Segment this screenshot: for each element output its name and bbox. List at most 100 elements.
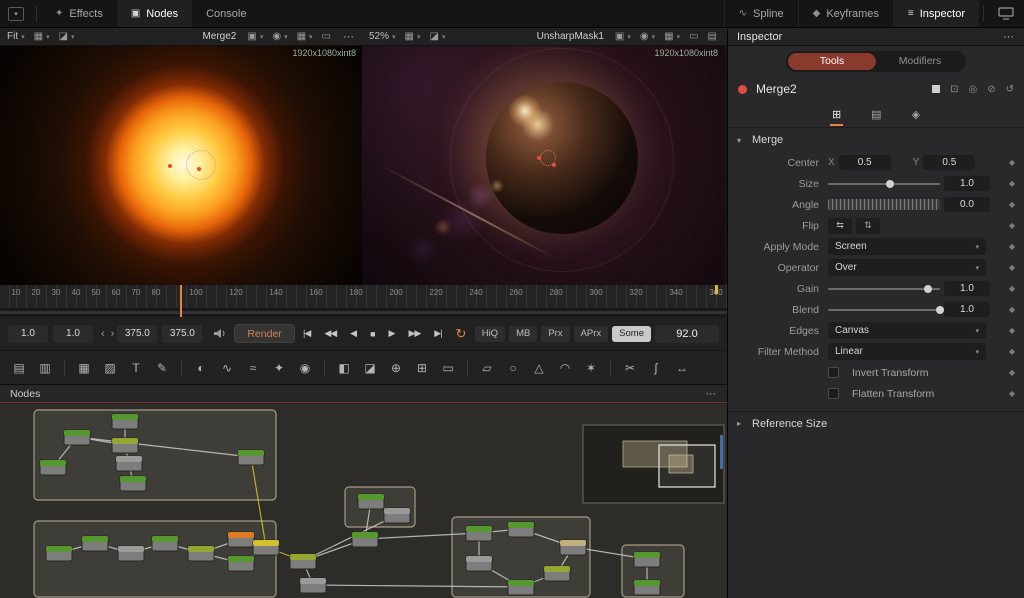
keyframe-icon[interactable]: ◆ <box>1009 158 1015 167</box>
graph-node-26[interactable] <box>634 552 660 567</box>
goto-start-button[interactable]: |◀ <box>297 325 316 342</box>
goto-end-button[interactable]: ▶| <box>428 325 447 342</box>
mb-quality-button[interactable]: MB <box>509 326 537 342</box>
topbar-nodes-button[interactable]: ▣Nodes <box>117 0 192 27</box>
aprx-quality-button[interactable]: APrx <box>574 326 609 342</box>
graph-node-25[interactable] <box>560 540 586 555</box>
edges-select[interactable]: Canvas ▾ <box>828 322 986 339</box>
play-reverse-button[interactable]: ◀ <box>344 325 362 342</box>
blend-slider[interactable] <box>828 303 940 317</box>
size-slider[interactable] <box>828 177 940 191</box>
inputs-tab-icon[interactable]: ▤ <box>869 104 883 126</box>
graph-node-23[interactable] <box>508 580 534 595</box>
graph-node-27[interactable] <box>634 580 660 595</box>
view-layout-icon[interactable]: ◪▾ <box>59 31 75 42</box>
gain-slider[interactable] <box>828 282 940 296</box>
topbar-inspector-button[interactable]: ≡Inspector <box>893 0 979 27</box>
checker-underlay-icon[interactable]: ▦▾ <box>297 31 313 42</box>
graph-node-10[interactable] <box>152 536 178 551</box>
section-reference-size[interactable]: ▸ Reference Size <box>728 411 1024 435</box>
viewer-left[interactable]: 1920x1080xint8 <box>0 46 362 285</box>
viewer-right[interactable]: 1920x1080xint8 <box>362 46 724 285</box>
flip-horizontal-button[interactable]: ⇆ <box>828 218 852 234</box>
playhead[interactable] <box>180 285 182 317</box>
graph-node-9[interactable] <box>118 546 144 561</box>
graph-node-13[interactable] <box>228 556 254 571</box>
subview-icon[interactable]: ▣▾ <box>615 31 631 42</box>
timeline-ruler[interactable]: 1020304050607080100120140160180200220240… <box>0 285 727 309</box>
spline-tool-tool-button[interactable]: ∫ <box>643 356 669 380</box>
graph-node-16[interactable] <box>300 578 326 593</box>
keyframe-icon[interactable]: ◆ <box>1009 305 1015 314</box>
section-merge[interactable]: ▾ Merge <box>728 128 1024 152</box>
roi-icon[interactable]: ▭ <box>689 31 698 42</box>
media-in-tool-button[interactable]: ▤ <box>6 356 32 380</box>
keyframe-icon[interactable]: ◆ <box>1009 242 1015 251</box>
keyframe-icon[interactable]: ◆ <box>1009 326 1015 335</box>
merge-tool-button[interactable]: ◧ <box>331 356 357 380</box>
graph-node-8[interactable] <box>82 536 108 551</box>
reset-icon[interactable]: ↺ <box>1006 84 1014 95</box>
prx-quality-button[interactable]: Prx <box>541 326 569 342</box>
topbar-spline-button[interactable]: ∿Spline <box>724 0 798 27</box>
nodes-panel-menu-icon[interactable]: ⋯ <box>706 388 718 400</box>
view-layout-icon[interactable]: ◪▾ <box>430 31 446 42</box>
graph-node-20[interactable] <box>466 526 492 541</box>
graph-node-21[interactable] <box>508 522 534 537</box>
channel-select-icon[interactable]: ▦▾ <box>34 31 50 42</box>
lut-icon[interactable]: ▤ <box>708 31 717 42</box>
transform-control-circle[interactable] <box>186 150 216 180</box>
step-forward-button[interactable]: › <box>108 328 118 340</box>
graph-node-12[interactable] <box>228 532 254 547</box>
hue-curves-tool-button[interactable]: ≈ <box>240 356 266 380</box>
viewer-zoom-select-left[interactable]: Fit <box>7 31 18 42</box>
rectangle-mask-tool-button[interactable]: ▱ <box>474 356 500 380</box>
center-control-handle[interactable] <box>168 164 172 168</box>
stop-button[interactable]: ■ <box>364 326 380 342</box>
text-tool-button[interactable]: T <box>123 356 149 380</box>
play-button[interactable]: ▶ <box>383 325 401 342</box>
render-button[interactable]: Render <box>234 324 294 343</box>
cut-tool-button[interactable]: ✂ <box>617 356 643 380</box>
roi-icon[interactable]: ▭ <box>322 31 331 42</box>
graph-node-24[interactable] <box>544 566 570 581</box>
crop-tool-button[interactable]: ▭ <box>435 356 461 380</box>
background-tool-button[interactable]: ▦ <box>71 356 97 380</box>
color-corrector-tool-button[interactable]: ◐ <box>188 356 214 380</box>
gamut-icon[interactable]: ◉▾ <box>272 31 287 42</box>
graph-node-3[interactable] <box>116 456 142 471</box>
center-y-input[interactable] <box>923 155 975 170</box>
node-enabled-dot[interactable] <box>738 85 747 94</box>
current-frame-input[interactable] <box>655 325 719 343</box>
timeline-scrollbar[interactable] <box>0 309 727 317</box>
cleanfeed-monitor-icon[interactable] <box>998 7 1014 20</box>
global-end-input[interactable] <box>162 325 202 343</box>
versions-icon[interactable]: ⊡ <box>950 84 958 95</box>
some-quality-button[interactable]: Some <box>612 326 651 342</box>
nodes-minimap[interactable] <box>583 425 724 503</box>
magic-wand-tool-button[interactable]: ✶ <box>578 356 604 380</box>
minimap-viewport[interactable] <box>659 445 715 487</box>
render-start-input[interactable] <box>53 325 93 343</box>
graph-node-17[interactable] <box>352 532 378 547</box>
flatten-transform-checkbox[interactable] <box>828 388 839 399</box>
fast-forward-button[interactable]: ▶▶ <box>402 325 426 342</box>
paint-tool-button[interactable]: ✎ <box>149 356 175 380</box>
graph-node-14[interactable] <box>253 540 279 555</box>
viewer-zoom-select-right[interactable]: 52% <box>369 31 389 42</box>
fast-noise-tool-button[interactable]: ▨ <box>97 356 123 380</box>
viewer-menu-icon-left[interactable]: ⋯ <box>343 30 355 43</box>
dissolve-tool-button[interactable]: ◪ <box>357 356 383 380</box>
keyframe-icon[interactable]: ◆ <box>1009 263 1015 272</box>
graph-node-5[interactable] <box>40 460 66 475</box>
ellipse-mask-tool-button[interactable]: ○ <box>500 356 526 380</box>
loop-button[interactable]: ↻ <box>450 326 473 342</box>
graph-node-6[interactable] <box>238 450 264 465</box>
color-swatch-icon[interactable] <box>932 85 940 93</box>
size-value-input[interactable] <box>944 176 990 191</box>
topbar-keyframes-button[interactable]: ◆Keyframes <box>798 0 893 27</box>
pin-icon[interactable]: ◎ <box>968 84 977 95</box>
step-back-button[interactable]: ‹ <box>98 328 108 340</box>
resize-tool-button[interactable]: ⊞ <box>409 356 435 380</box>
graph-node-4[interactable] <box>120 476 146 491</box>
